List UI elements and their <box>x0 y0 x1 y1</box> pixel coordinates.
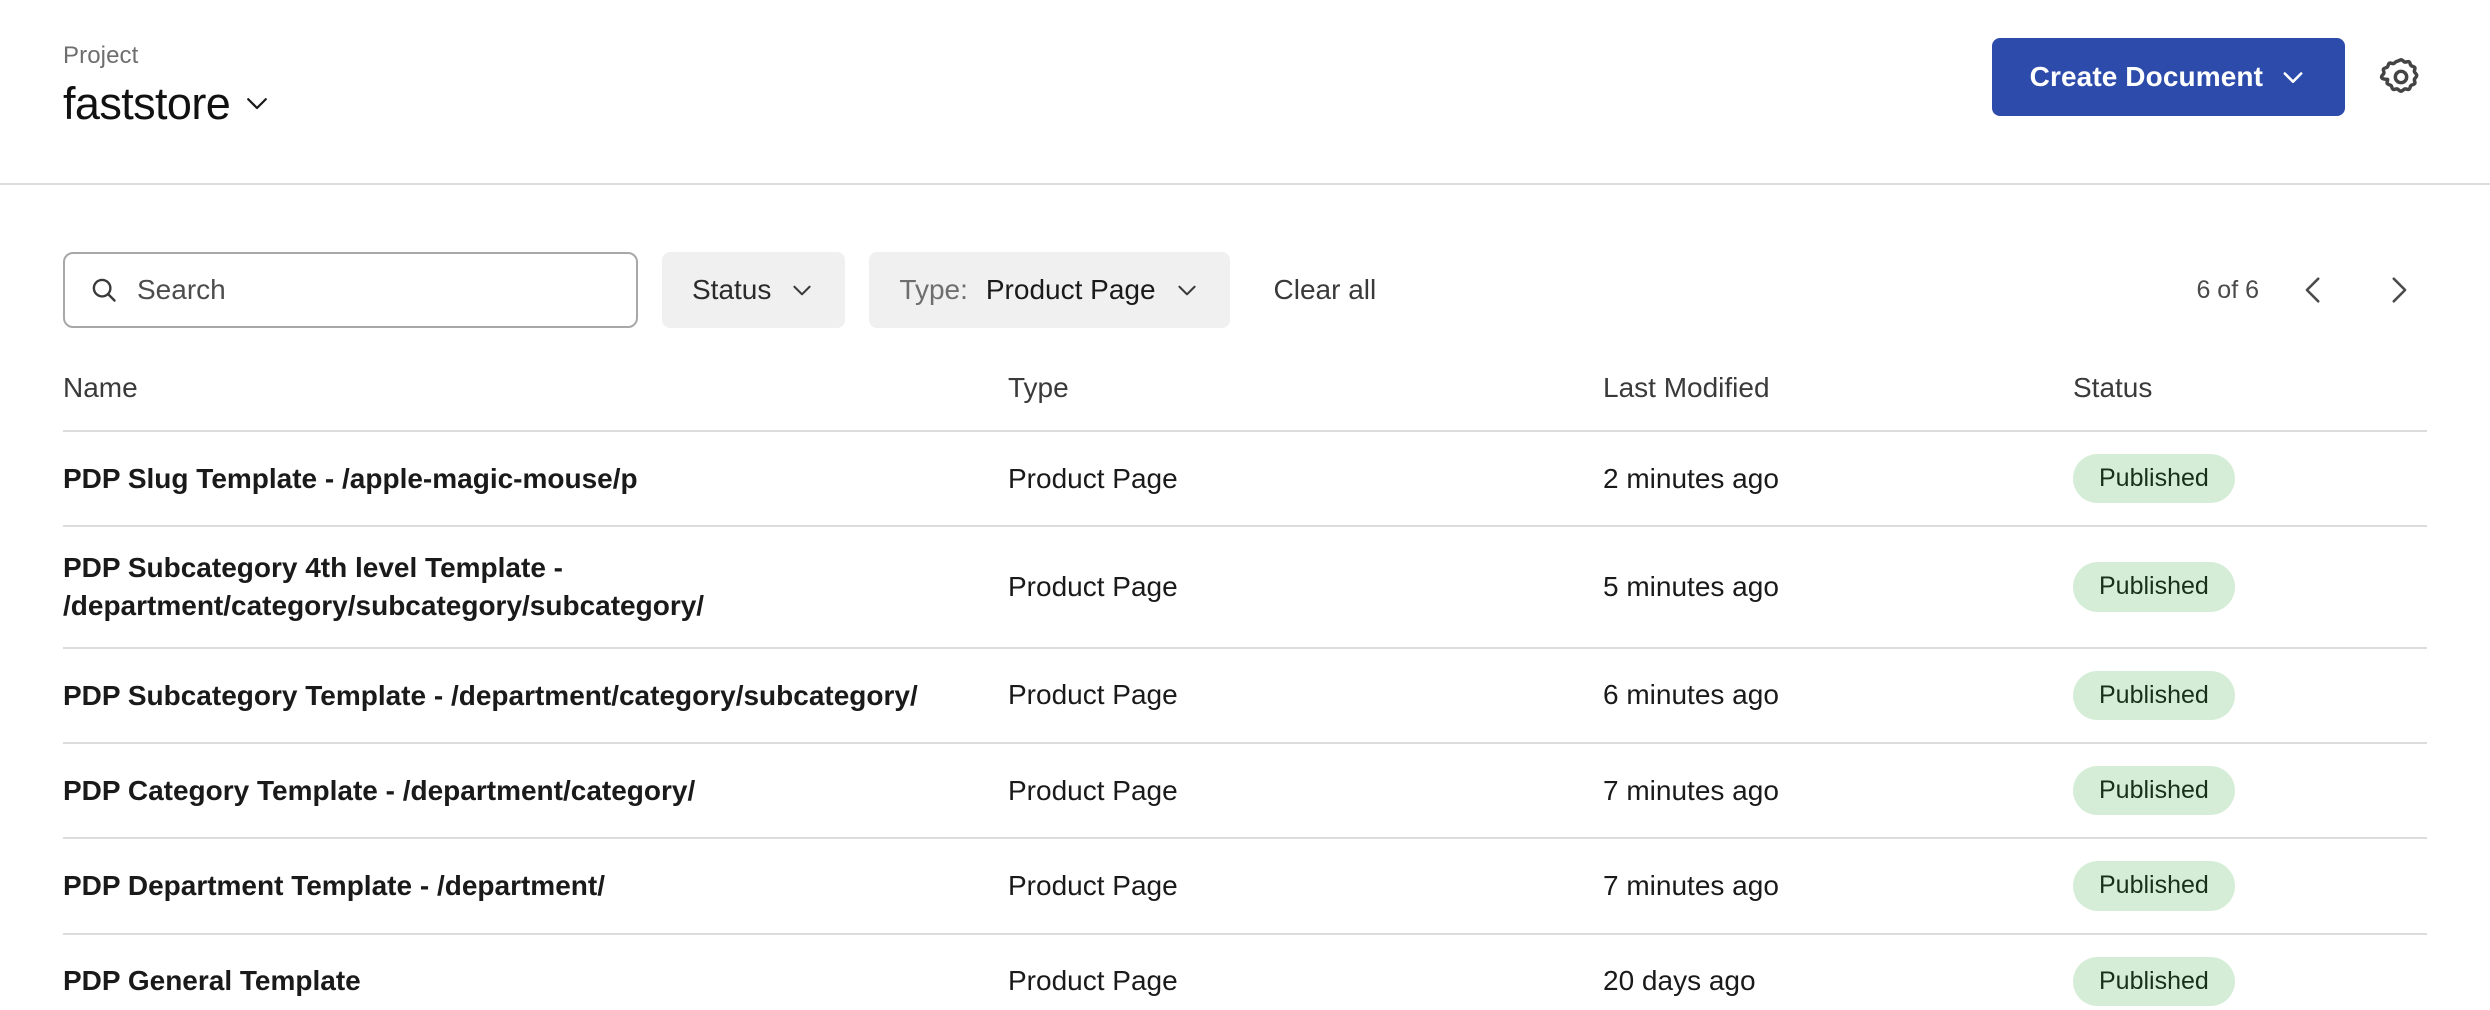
type-filter-value: Product Page <box>985 274 1156 305</box>
status-badge: Published <box>2073 562 2235 612</box>
table-row[interactable]: PDP Subcategory 4th level Template - /de… <box>63 526 2427 649</box>
type-filter-prefix: Type: <box>899 274 968 305</box>
cell-document-name[interactable]: PDP Department Template - /department/ <box>63 838 1008 935</box>
search-input[interactable] <box>137 274 612 306</box>
table-row[interactable]: PDP Department Template - /department/Pr… <box>63 838 2427 935</box>
status-filter-button[interactable]: Status <box>662 252 846 328</box>
status-badge: Published <box>2073 956 2235 1006</box>
documents-table: Name Type Last Modified Status PDP Slug … <box>63 372 2427 1010</box>
table-body: PDP Slug Template - /apple-magic-mouse/p… <box>63 431 2427 1010</box>
project-switcher[interactable]: faststore <box>63 80 272 127</box>
cell-status: Published <box>2073 743 2427 840</box>
table-row[interactable]: PDP Slug Template - /apple-magic-mouse/p… <box>63 431 2427 528</box>
filter-bar: Status Type: Product Page Clear all 6 of… <box>0 252 2490 328</box>
cell-status: Published <box>2073 933 2427 1010</box>
settings-button[interactable] <box>2375 51 2427 103</box>
gear-icon <box>2379 55 2423 99</box>
cell-last-modified: 7 minutes ago <box>1603 743 2073 840</box>
cell-status: Published <box>2073 647 2427 745</box>
pagination: 6 of 6 <box>2196 261 2427 319</box>
status-badge: Published <box>2073 454 2235 504</box>
cell-last-modified: 5 minutes ago <box>1603 526 2073 649</box>
cell-status: Published <box>2073 431 2427 528</box>
chevron-down-icon <box>242 88 272 118</box>
next-page-button[interactable] <box>2369 261 2427 319</box>
chevron-down-icon <box>2279 63 2307 91</box>
cell-last-modified: 20 days ago <box>1603 933 2073 1010</box>
cell-document-name[interactable]: PDP General Template <box>63 933 1008 1010</box>
table-row[interactable]: PDP Subcategory Template - /department/c… <box>63 647 2427 745</box>
project-title: faststore <box>63 77 231 129</box>
column-header-name[interactable]: Name <box>63 372 1008 432</box>
chevron-down-icon <box>789 277 815 303</box>
cell-status: Published <box>2073 838 2427 935</box>
pagination-count: 6 of 6 <box>2196 275 2259 304</box>
table-header-row: Name Type Last Modified Status <box>63 372 2427 432</box>
cell-document-type: Product Page <box>1008 743 1603 840</box>
create-document-label: Create Document <box>2029 61 2263 92</box>
search-icon <box>89 275 119 305</box>
table-row[interactable]: PDP Category Template - /department/cate… <box>63 743 2427 840</box>
table-header: Name Type Last Modified Status <box>63 372 2427 432</box>
page-header: Project faststore Create Document <box>0 0 2490 185</box>
search-box[interactable] <box>63 252 638 328</box>
cell-last-modified: 2 minutes ago <box>1603 431 2073 528</box>
cell-last-modified: 7 minutes ago <box>1603 838 2073 935</box>
column-header-type[interactable]: Type <box>1008 372 1603 432</box>
previous-page-button[interactable] <box>2285 261 2343 319</box>
column-header-status[interactable]: Status <box>2073 372 2427 432</box>
cell-document-name[interactable]: PDP Subcategory 4th level Template - /de… <box>63 526 1008 649</box>
type-filter-button[interactable]: Type: Product Page <box>869 252 1230 328</box>
cell-last-modified: 6 minutes ago <box>1603 647 2073 745</box>
status-badge: Published <box>2073 861 2235 911</box>
table-row[interactable]: PDP General Template Product Page 20 days … <box>63 933 2427 1010</box>
clear-all-button[interactable]: Clear all <box>1254 274 1397 306</box>
cell-document-name[interactable]: PDP Subcategory Template - /department/c… <box>63 647 1008 745</box>
cell-document-type: Product Page <box>1008 647 1603 745</box>
create-document-button[interactable]: Create Document <box>1991 38 2345 116</box>
column-header-last-modified[interactable]: Last Modified <box>1603 372 2073 432</box>
cell-document-name[interactable]: PDP Slug Template - /apple-magic-mouse/p <box>63 431 1008 528</box>
chevron-left-icon <box>2297 273 2331 307</box>
project-eyebrow-label: Project <box>63 42 139 69</box>
cell-document-type: Product Page <box>1008 431 1603 528</box>
documents-table-wrap: Name Type Last Modified Status PDP Slug … <box>0 372 2490 1010</box>
chevron-right-icon <box>2381 273 2415 307</box>
cell-document-type: Product Page <box>1008 838 1603 935</box>
status-badge: Published <box>2073 670 2235 721</box>
cell-document-type: Product Page <box>1008 526 1603 649</box>
status-badge: Published <box>2073 766 2235 816</box>
project-block: Project faststore <box>63 0 272 127</box>
cell-document-name[interactable]: PDP Category Template - /department/cate… <box>63 743 1008 840</box>
status-filter-label: Status <box>692 274 772 305</box>
header-actions: Create Document <box>1991 0 2427 116</box>
cell-document-type: Product Page <box>1008 933 1603 1010</box>
cell-status: Published <box>2073 526 2427 649</box>
chevron-down-icon <box>1174 277 1200 303</box>
